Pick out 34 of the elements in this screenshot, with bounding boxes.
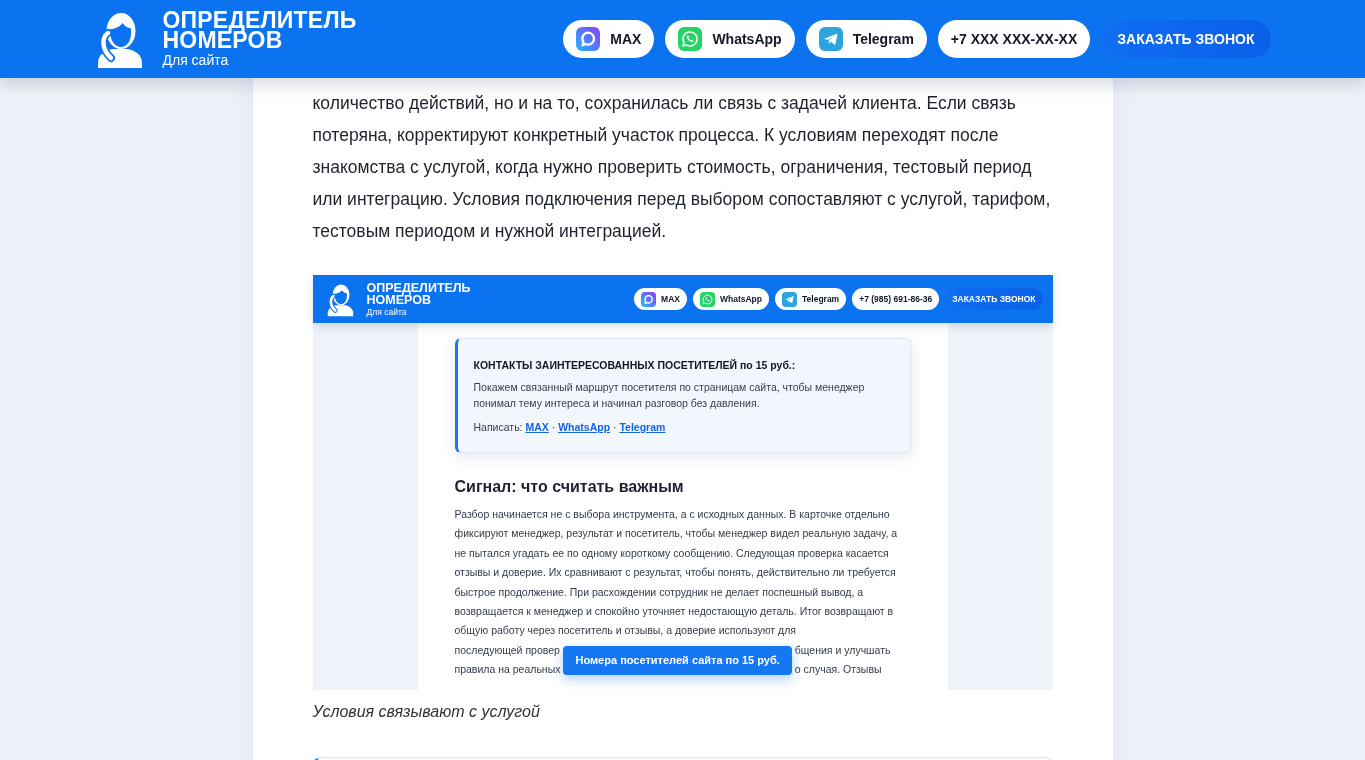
paper-plane-icon [818,27,843,51]
callback-button[interactable]: ЗАКАЗАТЬ ЗВОНОК [1101,20,1271,58]
chat-bubble-icon [641,291,657,307]
contact-button[interactable]: MAX [563,20,655,58]
paper-plane-icon [782,291,797,307]
site-subtitle: Для сайта [366,306,408,317]
chat-bubble-icon [576,27,601,51]
contact-button[interactable]: MAX [634,288,687,310]
paragraph-fragment: бщения и улучшать [794,642,892,658]
contact-link[interactable]: MAX [525,421,549,433]
paragraph-fragment: о случая. Отзывы [794,662,883,678]
paragraph-fragment: правила на реальных [454,662,561,678]
site-title: ОПРЕДЕЛИТЕЛЬ НОМЕРОВ [162,10,357,50]
contact-button[interactable]: Telegram [805,20,927,58]
phone-bubble-icon [678,27,703,51]
contact-link[interactable]: Telegram [619,421,666,433]
paragraph-fragment: последующей провер [454,642,561,658]
section-heading: Сигнал: что считать важным [454,477,685,497]
phone-button[interactable]: +7 XXX XXX-XX-XX [937,20,1091,58]
promo-text: Покажем связанный маршрут посетителя по страницам сайта, чтобы менеджер понимал тему интереса и начинал разговор без давления. [473,380,866,411]
promo-title: КОНТАКТЫ ЗАИНТЕРЕСОВАННЫХ ПОСЕТИТЕЛЕЙ по 15 руб.: [473,358,797,373]
contact-line: Написать: MAX · WhatsApp · Telegram [473,420,667,435]
floating-button[interactable]: Номера посетителей сайта по 15 руб. [563,645,792,675]
phone-button[interactable]: +7 (985) 691-86-36 [852,288,940,310]
contact-link[interactable]: WhatsApp [558,421,611,433]
phone-bubble-icon [700,291,715,307]
site-subtitle: Для сайта [162,52,230,68]
contact-button[interactable]: WhatsApp [665,20,795,58]
site-title: ОПРЕДЕЛИТЕЛЬ НОМЕРОВ [366,281,471,306]
article-paragraph: количество действий, но и на то, сохранилась ли связь с задачей клиента. Если связь потеряна, корректируют конкретный участок процесса. К условиям переходят после знакомства с услугой, когда нужно проверить стоимость, ограничения, тестовый период или интеграцию. Условия подключения перед выбором сопоставляют с услугой, тарифом, тестовым периодом и нужной интеграцией. [312,92,1052,243]
figure-caption: Условия связывают с услугой [312,701,541,722]
contact-button[interactable]: Telegram [775,288,847,310]
contact-button[interactable]: WhatsApp [693,288,769,310]
callback-button[interactable]: ЗАКАЗАТЬ ЗВОНОК [945,288,1043,310]
